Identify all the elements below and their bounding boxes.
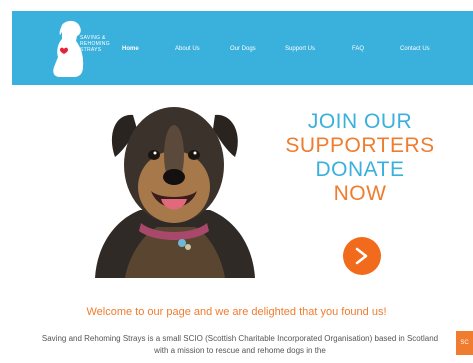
promo-line-donate: DONATE	[315, 158, 405, 181]
site-header: Saving & Rehoming Strays Home About Us O…	[12, 11, 473, 85]
nav-home[interactable]: Home	[122, 46, 139, 52]
donate-promo: JOIN OUR SUPPORTERS DONATE NOW	[270, 110, 450, 206]
dog-photo-illustration	[95, 107, 255, 278]
promo-line-supporters: SUPPORTERS	[285, 134, 435, 157]
chevron-right-icon	[355, 247, 368, 265]
welcome-heading: Welcome to our page and we are delighted…	[86, 306, 387, 318]
nav-our-dogs[interactable]: Our Dogs	[230, 46, 256, 52]
nav-faq[interactable]: FAQ	[352, 46, 364, 52]
nav-support-us[interactable]: Support Us	[285, 46, 315, 52]
logo-wordmark: Saving & Rehoming Strays	[80, 35, 116, 53]
nav-contact-us[interactable]: Contact Us	[400, 46, 430, 52]
promo-line-now: NOW	[333, 182, 387, 205]
promo-line-join-our: JOIN OUR	[307, 110, 413, 133]
nav-about-us[interactable]: About Us	[175, 46, 200, 52]
side-tab-button[interactable]: SC	[456, 331, 473, 355]
logo-line: Strays	[80, 47, 102, 53]
site-logo[interactable]: Saving & Rehoming Strays	[50, 17, 118, 79]
donate-now-button[interactable]	[343, 237, 381, 275]
intro-paragraph: Saving and Rehoming Strays is a small SC…	[41, 334, 439, 355]
featured-dog-photo	[85, 95, 263, 278]
